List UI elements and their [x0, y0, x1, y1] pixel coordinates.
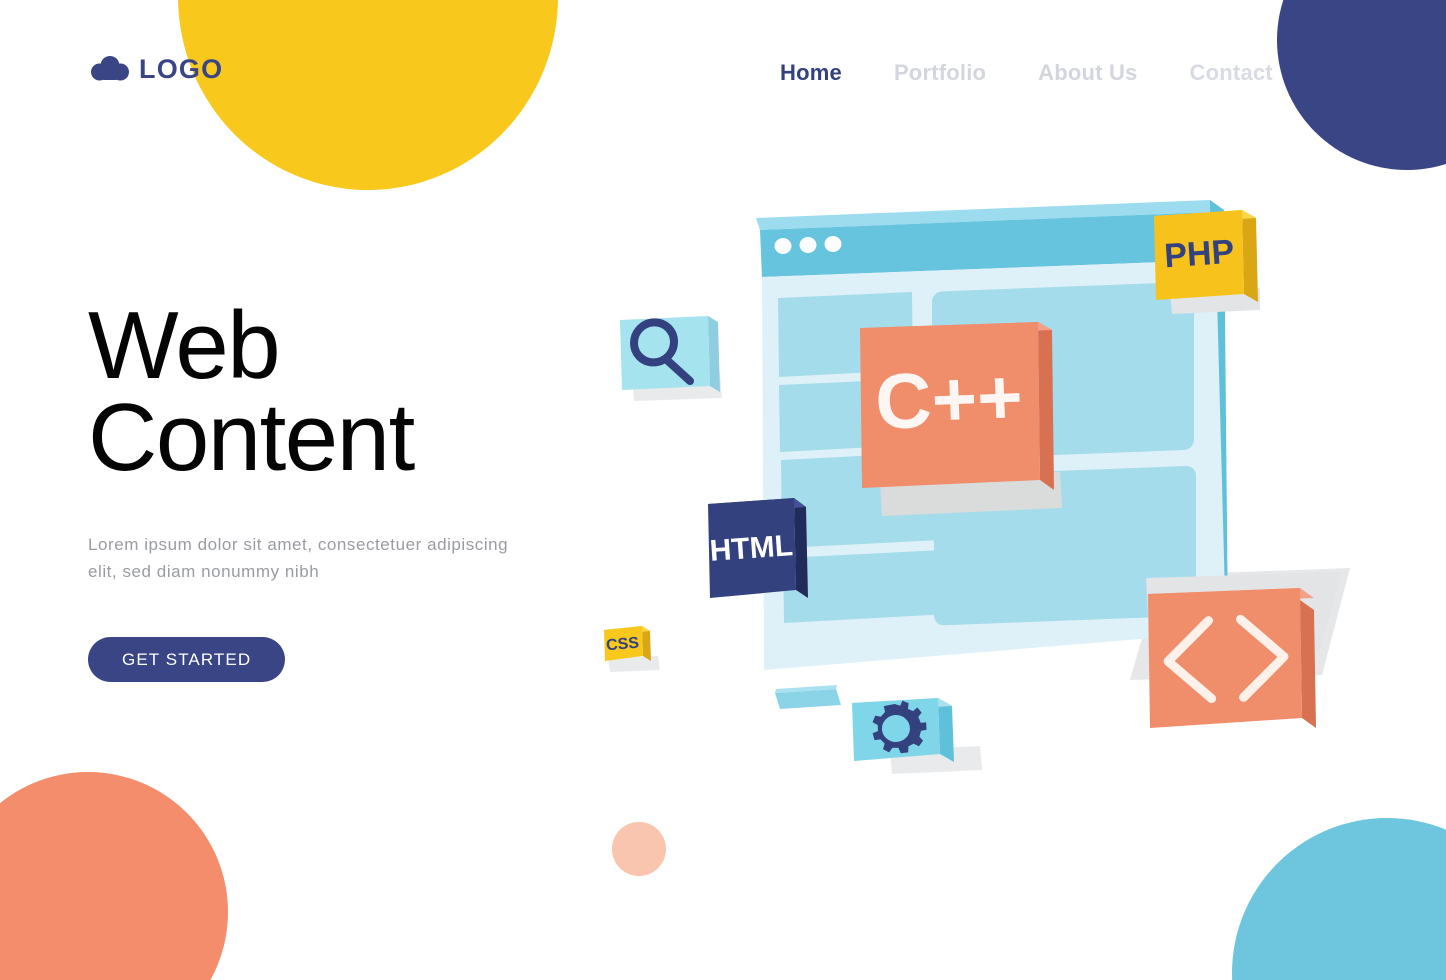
nav-item-contact[interactable]: Contact	[1190, 60, 1273, 86]
cloud-icon	[90, 54, 130, 84]
window-dot-2	[799, 237, 817, 253]
hero-section: Web Content Lorem ipsum dolor sit amet, …	[88, 298, 608, 682]
css-card-label: CSS	[605, 635, 640, 655]
main-nav: Home Portfolio About Us Contact	[780, 60, 1390, 86]
html-card: HTML	[708, 498, 808, 598]
html-card-label: HTML	[709, 529, 794, 568]
code-card-side	[1300, 600, 1316, 728]
coral-circle-bottom-left	[0, 772, 228, 980]
cpp-card: C++	[860, 322, 1062, 516]
landing-page: LOGO Home Portfolio About Us Contact Web…	[0, 0, 1446, 980]
html-card-side	[794, 498, 808, 598]
get-started-button[interactable]: GET STARTED	[88, 637, 286, 682]
hero-subtitle: Lorem ipsum dolor sit amet, consectetuer…	[88, 535, 509, 581]
gear-card-side	[938, 698, 954, 762]
css-card: CSS	[604, 626, 660, 672]
php-card-side	[1242, 210, 1258, 302]
gear-card	[852, 698, 982, 774]
hero-title-line-2: Content	[88, 384, 415, 492]
yellow-circle-top	[178, 0, 558, 190]
window-dot-1	[774, 238, 792, 254]
code-brackets-card	[1146, 572, 1342, 728]
nav-item-home[interactable]: Home	[780, 60, 842, 86]
hero-title-line-1: Web	[88, 292, 281, 399]
search-card	[620, 316, 722, 401]
logo-text: LOGO	[139, 53, 224, 84]
page-title: Web Content	[88, 298, 608, 492]
web-content-illustration: PHP C++ HTML CSS	[560, 180, 1400, 860]
nav-item-portfolio[interactable]: Portfolio	[894, 60, 986, 86]
php-card-label: PHP	[1163, 233, 1235, 276]
window-dot-3	[824, 236, 842, 252]
logo[interactable]: LOGO	[90, 54, 223, 84]
nav-item-about-us[interactable]: About Us	[1038, 60, 1137, 86]
cpp-card-side	[1038, 322, 1054, 490]
php-card: PHP	[1154, 210, 1260, 314]
cpp-card-label: C++	[874, 352, 1025, 446]
